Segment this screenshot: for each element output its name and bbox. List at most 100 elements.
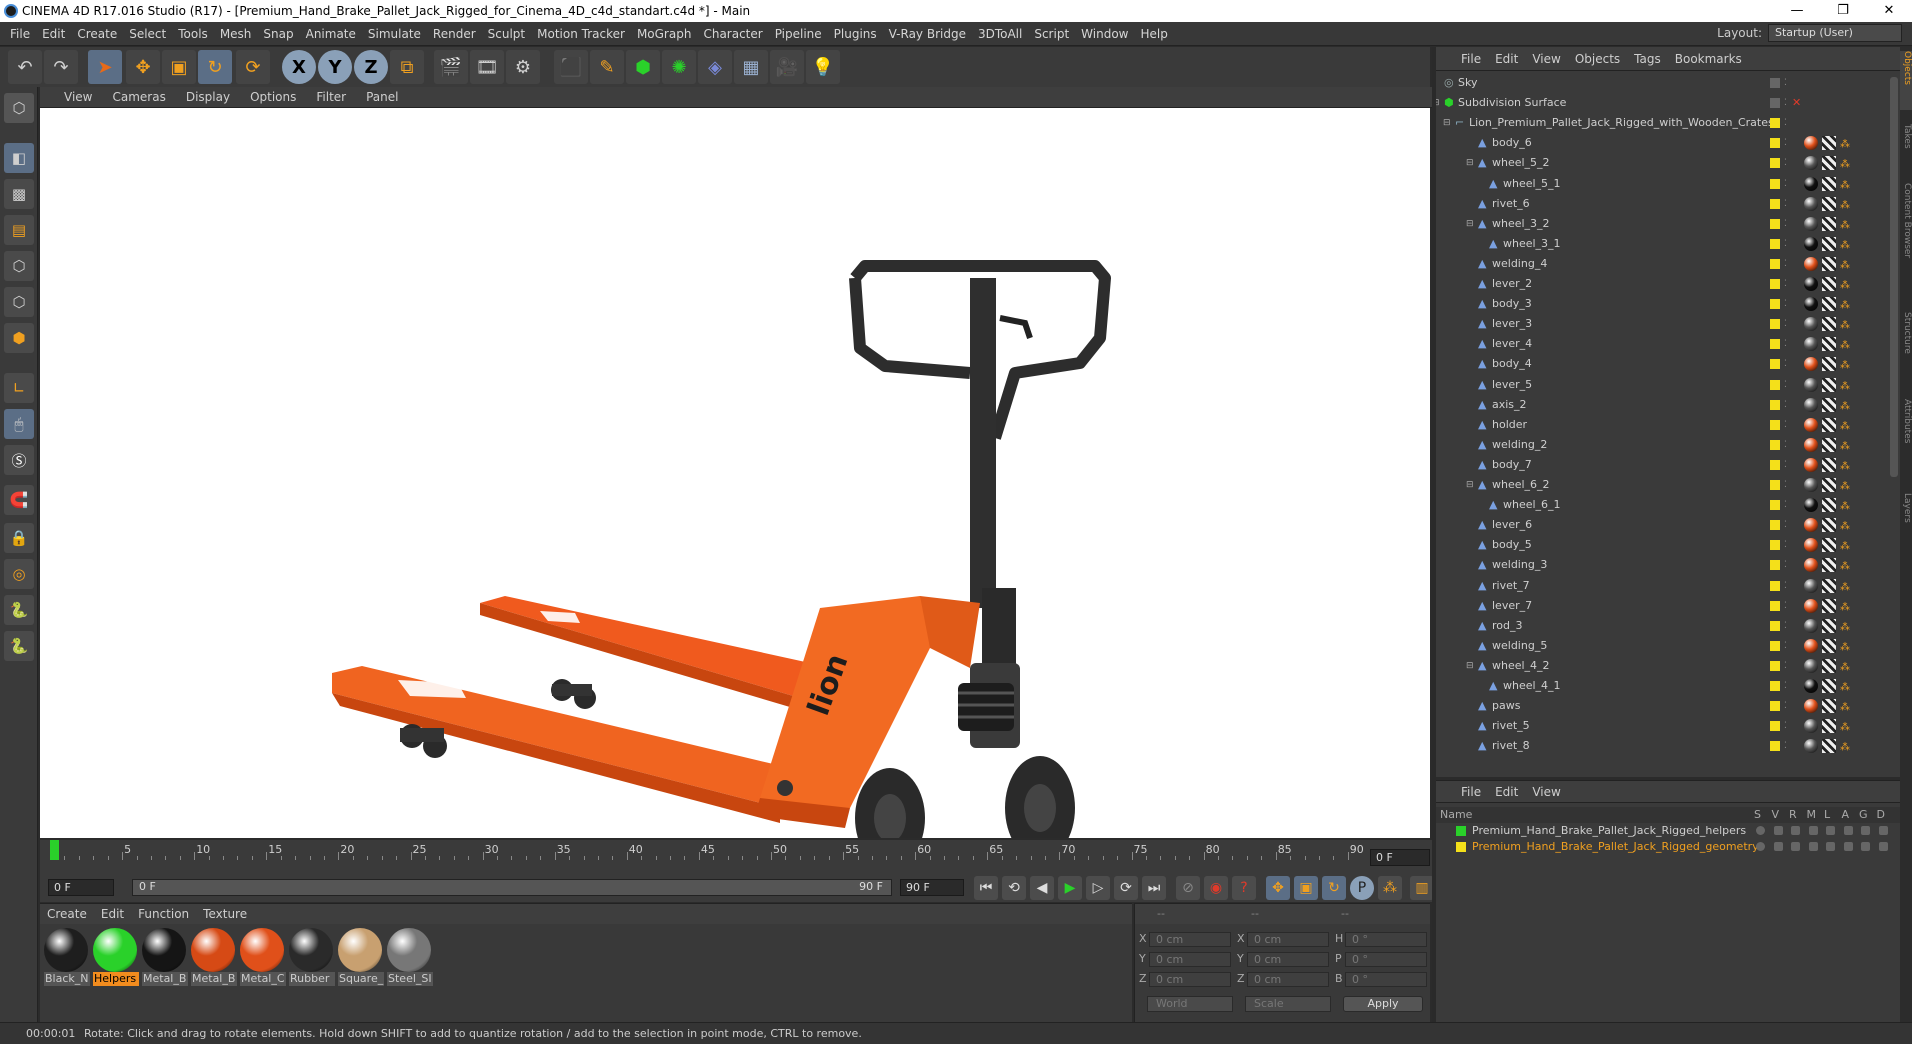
material-menu-texture[interactable]: Texture: [196, 904, 254, 924]
object-row[interactable]: ▲ holder ⁚ ⁂: [1436, 415, 1900, 435]
texture-tag-icon[interactable]: ⁂: [1840, 598, 1850, 618]
uv-tag-icon[interactable]: [1822, 598, 1836, 613]
layer-color-icon[interactable]: [1770, 279, 1780, 289]
uv-tag-icon[interactable]: [1822, 277, 1836, 291]
material-tag-icon[interactable]: [1804, 518, 1818, 533]
object-row[interactable]: ⊟ ⌐ Lion_Premium_Pallet_Jack_Rigged_with_W…: [1436, 113, 1900, 133]
object-row[interactable]: ▲ body_3 ⁚ ⁂: [1436, 294, 1900, 314]
visibility-dots-icon[interactable]: ⁚: [1784, 375, 1787, 395]
size-field[interactable]: 0 cm: [1247, 932, 1329, 947]
layer-column-header[interactable]: S: [1754, 807, 1761, 823]
material-tag-icon[interactable]: [1804, 699, 1818, 714]
object-row[interactable]: ⊟ ▲ wheel_5_2 ⁚ ⁂: [1436, 153, 1900, 173]
material-menu-edit[interactable]: Edit: [94, 904, 131, 924]
object-row[interactable]: ⊟ ▲ wheel_6_2 ⁚ ⁂: [1436, 475, 1900, 495]
object-row[interactable]: ▲ wheel_3_1 ⁚ ⁂: [1436, 234, 1900, 254]
lock-workplane-icon[interactable]: 🔒: [4, 523, 34, 553]
menu-plugins[interactable]: Plugins: [828, 22, 883, 46]
layer-column-header[interactable]: D: [1877, 807, 1885, 823]
layer-flag-icon[interactable]: [1878, 826, 1888, 835]
tweak-mode-icon[interactable]: 🖱: [4, 409, 34, 439]
menu-3dtoall[interactable]: 3DToAll: [972, 22, 1028, 46]
x-axis-lock-icon[interactable]: X: [282, 50, 316, 84]
layer-color-icon[interactable]: [1770, 540, 1780, 551]
texture-tag-icon[interactable]: ⁂: [1840, 135, 1850, 155]
visibility-dots-icon[interactable]: ⁚: [1784, 435, 1787, 455]
visibility-dots-icon[interactable]: ⁚: [1784, 354, 1787, 374]
object-row[interactable]: ▲ wheel_4_1 ⁚ ⁂: [1436, 676, 1900, 696]
expand-toggle-icon[interactable]: ⊟: [1466, 153, 1474, 173]
menu-create[interactable]: Create: [71, 22, 123, 46]
layer-flag-icon[interactable]: [1826, 826, 1835, 835]
visibility-dots-icon[interactable]: ⁚: [1784, 495, 1787, 515]
object-row[interactable]: ▲ paws ⁚ ⁂: [1436, 696, 1900, 716]
layer-color-icon[interactable]: [1770, 560, 1780, 571]
layer-color-icon[interactable]: [1770, 218, 1780, 229]
material-tag-icon[interactable]: [1804, 256, 1818, 271]
3d-viewport[interactable]: lion: [40, 108, 1430, 838]
layer-color-icon[interactable]: [1770, 741, 1780, 752]
uv-tag-icon[interactable]: [1822, 377, 1836, 392]
viewport-menu-cameras[interactable]: Cameras: [102, 87, 175, 108]
deformer-icon[interactable]: ◈: [698, 50, 732, 84]
viewport-menu-options[interactable]: Options: [240, 87, 306, 108]
layer-color-icon[interactable]: [1770, 580, 1780, 591]
start-frame-field[interactable]: 0 F: [48, 879, 114, 896]
uv-tag-icon[interactable]: [1822, 679, 1836, 693]
menu-motion-tracker[interactable]: Motion Tracker: [531, 22, 631, 46]
object-row[interactable]: ▲ lever_5 ⁚ ⁂: [1436, 375, 1900, 395]
axis-mode-icon[interactable]: ∟: [4, 373, 34, 403]
menu-pipeline[interactable]: Pipeline: [769, 22, 828, 46]
visibility-dots-icon[interactable]: ⁚: [1784, 214, 1787, 234]
texture-tag-icon[interactable]: ⁂: [1840, 537, 1850, 557]
layer-color-icon[interactable]: [1770, 339, 1780, 350]
object-row[interactable]: ▲ rivet_5 ⁚ ⁂: [1436, 716, 1900, 736]
texture-tag-icon[interactable]: ⁂: [1840, 236, 1850, 256]
visibility-dots-icon[interactable]: ⁚: [1784, 73, 1787, 93]
material-tag-icon[interactable]: [1804, 196, 1818, 211]
texture-tag-icon[interactable]: ⁂: [1840, 457, 1850, 477]
material-tag-icon[interactable]: [1804, 598, 1818, 613]
material-tag-icon[interactable]: [1804, 437, 1818, 452]
layer-color-icon[interactable]: [1770, 379, 1780, 390]
rotation-field[interactable]: 0 °: [1345, 932, 1427, 947]
side-tab-objects[interactable]: Objects: [1900, 51, 1912, 110]
object-row[interactable]: ▲ welding_4 ⁚ ⁂: [1436, 254, 1900, 274]
visibility-dots-icon[interactable]: ⁚: [1784, 234, 1787, 254]
texture-tag-icon[interactable]: ⁂: [1840, 356, 1850, 376]
layer-column-header[interactable]: L: [1824, 807, 1830, 823]
z-axis-lock-icon[interactable]: Z: [354, 50, 388, 84]
material-tag-icon[interactable]: [1804, 277, 1818, 291]
menu-character[interactable]: Character: [697, 22, 768, 46]
menu-v-ray-bridge[interactable]: V-Ray Bridge: [883, 22, 972, 46]
rotate-icon[interactable]: ↻: [198, 50, 232, 84]
material-swatch[interactable]: Rubber: [289, 928, 335, 992]
size-field[interactable]: 0 cm: [1247, 952, 1329, 967]
magnet-icon[interactable]: 🧲: [4, 485, 34, 515]
uv-tag-icon[interactable]: [1822, 256, 1836, 271]
object-row[interactable]: ▲ lever_3 ⁚ ⁂: [1436, 314, 1900, 334]
object-menu-file[interactable]: File: [1454, 47, 1488, 71]
visibility-dots-icon[interactable]: ⁚: [1784, 334, 1787, 354]
layer-color-icon[interactable]: [1770, 520, 1780, 531]
texture-tag-icon[interactable]: ⁂: [1840, 477, 1850, 497]
layer-flag-icon[interactable]: [1843, 826, 1853, 835]
frame-range-slider[interactable]: 0 F 90 F: [132, 879, 892, 896]
maximize-button[interactable]: ❐: [1820, 0, 1866, 22]
python-script-icon[interactable]: 🐍: [4, 631, 34, 661]
planar-workplane-icon[interactable]: ◎: [4, 559, 34, 589]
object-row[interactable]: ⊟ ▲ wheel_3_2 ⁚ ⁂: [1436, 214, 1900, 234]
material-swatch[interactable]: Metal_B: [191, 928, 237, 992]
position-field[interactable]: 0 cm: [1149, 972, 1231, 987]
uv-tag-icon[interactable]: [1822, 518, 1836, 533]
menu-mograph[interactable]: MoGraph: [631, 22, 698, 46]
uv-tag-icon[interactable]: [1822, 638, 1836, 653]
record-keys-icon[interactable]: ⊘: [1176, 876, 1200, 900]
menu-mesh[interactable]: Mesh: [214, 22, 258, 46]
visibility-dots-icon[interactable]: ⁚: [1784, 455, 1787, 475]
uv-tag-icon[interactable]: [1822, 236, 1836, 251]
menu-snap[interactable]: Snap: [257, 22, 299, 46]
layer-flag-icon[interactable]: [1826, 842, 1835, 851]
uv-tag-icon[interactable]: [1822, 618, 1836, 633]
object-row[interactable]: ▲ rod_3 ⁚ ⁂: [1436, 616, 1900, 636]
